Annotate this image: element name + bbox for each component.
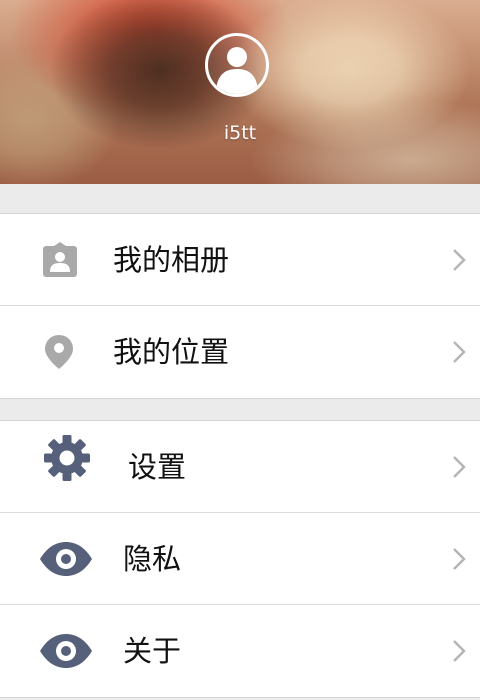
menu-item-settings[interactable]: 设置 [0,421,480,513]
gear-icon [43,412,91,504]
menu-group-1: 我的相册 我的位置 [0,213,480,399]
menu-item-about[interactable]: 关于 [0,605,480,697]
menu-item-label: 隐私 [123,542,182,576]
chevron-right-icon [452,340,466,368]
menu-item-privacy[interactable]: 隐私 [0,513,480,605]
menu-item-photo-album[interactable]: 我的相册 [0,214,480,306]
chevron-right-icon [452,547,466,575]
chevron-right-icon [452,248,466,276]
menu-item-label: 关于 [123,634,182,668]
eye-icon [38,513,94,605]
menu-item-label: 我的相册 [113,243,230,277]
menu-item-label: 我的位置 [113,335,230,369]
chevron-right-icon [452,455,466,483]
menu-item-my-location[interactable]: 我的位置 [0,306,480,398]
menu-item-label: 设置 [128,450,187,484]
user-avatar-icon [216,47,258,94]
eye-icon [38,605,94,697]
username: i5tt [223,122,257,144]
menu-group-2: 设置 隐私 关于 [0,420,480,698]
chevron-right-icon [452,639,466,667]
photo-album-icon [42,214,78,306]
avatar[interactable] [205,33,269,97]
location-pin-icon [44,306,74,398]
profile-header: i5tt [0,0,480,184]
